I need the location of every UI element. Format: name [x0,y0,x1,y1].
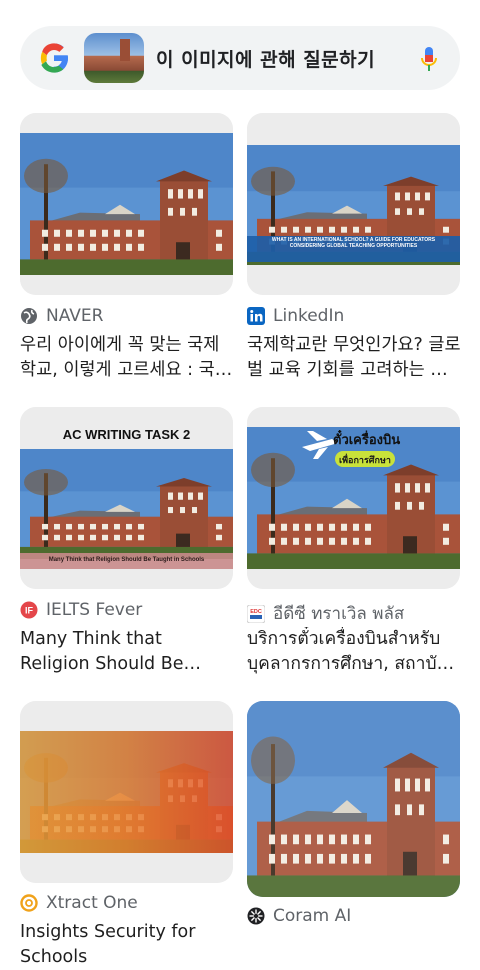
image-overlay-title: ตั๋วเครื่องบิน [333,433,401,448]
linkedin-icon [247,307,265,325]
result-source-1[interactable]: NAVER [20,306,103,326]
globe-icon [21,308,37,324]
source-name: NAVER [46,306,104,326]
query-image-thumbnail[interactable] [84,33,144,83]
result-source-3[interactable]: IF IELTS Fever [20,600,142,620]
ielts-fever-icon: IF [20,601,38,619]
result-title-1[interactable]: 우리 아이에게 꼭 맞는 국제학교, 이렇게 고르세요 : 국제학교 선택 가이… [20,333,234,383]
search-bar[interactable]: 이 이미지에 관해 질문하기 [20,26,460,90]
image-overlay-caption: Many Think that Religion Should Be Taugh… [48,557,205,563]
school-building-photo [20,701,233,883]
image-overlay-text: WHAT IS AN INTERNATIONAL SCHOOL? A GUIDE… [271,237,436,249]
result-image-2[interactable]: WHAT IS AN INTERNATIONAL SCHOOL? A GUIDE… [247,113,460,295]
result-image-5[interactable] [20,701,233,883]
coram-ai-icon [247,907,265,925]
result-image-4[interactable]: ตั๋วเครื่องบิน เพื่อการศึกษา [247,407,460,589]
svg-text:IF: IF [25,606,34,616]
svg-text:EDC: EDC [250,609,262,615]
school-building-photo [20,113,233,295]
edc-icon: EDC [247,604,265,623]
image-overlay-title: AC WRITING TASK 2 [62,427,191,442]
result-source-5[interactable]: Xtract One [20,893,138,913]
school-building-photo [247,701,460,897]
source-name: Xtract One [46,893,138,913]
xtract-one-icon [20,894,38,912]
result-image-6[interactable] [247,701,460,897]
google-logo-icon [38,43,68,73]
school-building-photo [247,113,460,295]
microphone-icon[interactable] [420,46,438,72]
source-name: อีดีซี ทราเวิล พลัส [273,604,405,624]
result-title-3[interactable]: Many Think that Religion Should Be Taugh… [20,627,234,677]
search-input[interactable]: 이 이미지에 관해 질문하기 [156,45,375,72]
source-name: IELTS Fever [46,600,143,620]
source-name: LinkedIn [273,306,345,326]
image-overlay-badge: เพื่อการศึกษา [339,456,391,466]
result-title-4[interactable]: บริการตั๋วเครื่องบินสำหรับบุคลากรการศึกษ… [247,627,461,677]
result-source-2[interactable]: LinkedIn [247,306,344,326]
result-image-1[interactable] [20,113,233,295]
source-name: Coram AI [273,906,352,926]
result-image-3[interactable]: AC WRITING TASK 2 Many Think that Religi… [20,407,233,589]
result-title-2[interactable]: 국제학교란 무엇인가요? 글로벌 교육 기회를 고려하는 교육자를 위한 가이드 [247,333,461,383]
result-source-4[interactable]: EDC อีดีซี ทราเวิล พลัส [247,600,404,627]
result-source-6[interactable]: Coram AI [247,906,351,926]
